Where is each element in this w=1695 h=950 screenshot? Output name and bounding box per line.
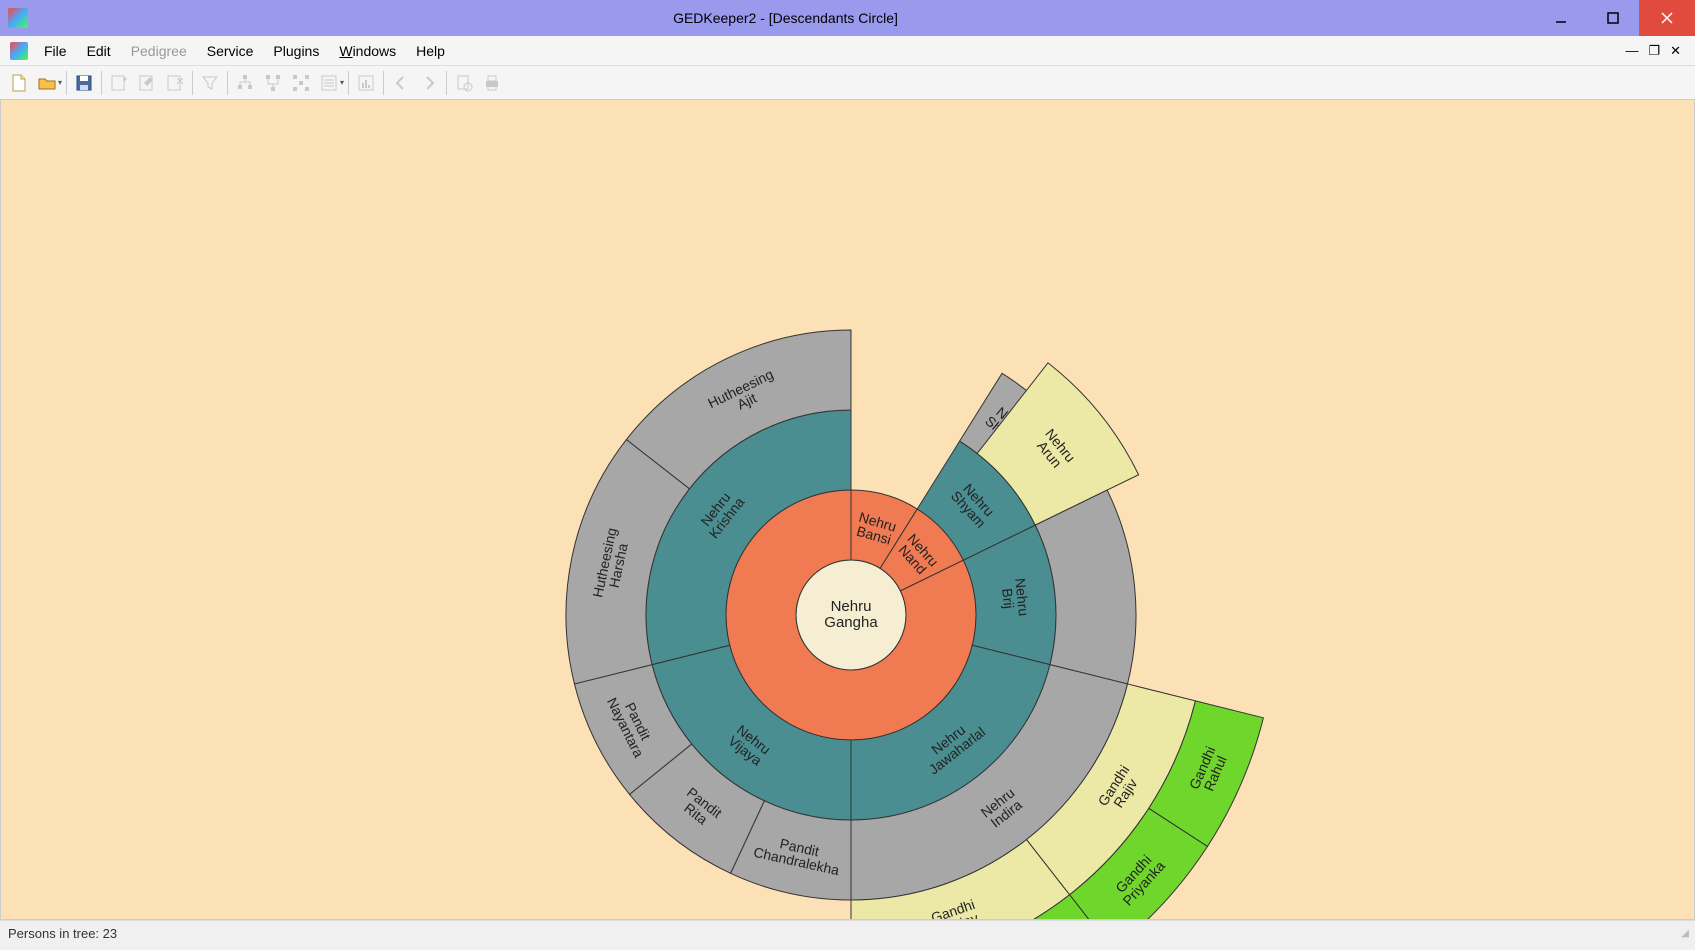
tree-ancestors-button xyxy=(232,70,258,96)
open-file-button[interactable] xyxy=(34,70,60,96)
separator xyxy=(101,71,102,95)
stats-button xyxy=(353,70,379,96)
minimize-button[interactable] xyxy=(1535,0,1587,36)
print-button xyxy=(479,70,505,96)
descendants-circle-chart[interactable]: NehruGanghaNehruBansiNehruNandNehruShyam… xyxy=(1,100,1695,920)
edit-record-button xyxy=(134,70,160,96)
nav-forward-button xyxy=(416,70,442,96)
menu-windows[interactable]: Windows xyxy=(329,39,406,63)
add-record-button xyxy=(106,70,132,96)
mdi-close-button[interactable]: ✕ xyxy=(1670,43,1681,59)
tree-both-button xyxy=(288,70,314,96)
separator xyxy=(446,71,447,95)
maximize-button[interactable] xyxy=(1587,0,1639,36)
status-persons-label: Persons in tree: 23 xyxy=(8,926,117,941)
mdi-restore-button[interactable]: ❐ xyxy=(1648,43,1660,59)
close-button[interactable] xyxy=(1639,0,1695,36)
menu-pedigree: Pedigree xyxy=(121,39,197,63)
separator xyxy=(383,71,384,95)
statusbar: Persons in tree: 23 ◢ xyxy=(0,920,1695,946)
separator xyxy=(227,71,228,95)
menu-plugins[interactable]: Plugins xyxy=(263,39,329,63)
app-icon-small xyxy=(10,42,28,60)
filter-button xyxy=(197,70,223,96)
menubar: File Edit Pedigree Service Plugins Windo… xyxy=(0,36,1695,66)
separator xyxy=(348,71,349,95)
menu-help[interactable]: Help xyxy=(406,39,455,63)
nav-back-button xyxy=(388,70,414,96)
open-dropdown-icon[interactable]: ▾ xyxy=(58,78,62,87)
pedigree-button xyxy=(316,70,342,96)
resize-grip-icon[interactable]: ◢ xyxy=(1681,928,1687,939)
tree-descendants-button xyxy=(260,70,286,96)
mdi-minimize-button[interactable]: — xyxy=(1625,43,1638,59)
separator xyxy=(66,71,67,95)
menu-service[interactable]: Service xyxy=(197,39,264,63)
menu-file[interactable]: File xyxy=(34,39,77,63)
app-icon xyxy=(8,8,28,28)
titlebar: GEDKeeper2 - [Descendants Circle] xyxy=(0,0,1695,36)
chart-canvas[interactable]: NehruGanghaNehruBansiNehruNandNehruShyam… xyxy=(0,100,1695,920)
window-title: GEDKeeper2 - [Descendants Circle] xyxy=(36,10,1535,26)
chart-center-label: NehruGangha xyxy=(824,598,878,631)
separator xyxy=(192,71,193,95)
delete-record-button xyxy=(162,70,188,96)
print-preview-button xyxy=(451,70,477,96)
new-file-button[interactable] xyxy=(6,70,32,96)
toolbar: ▾ ▾ xyxy=(0,66,1695,100)
save-button[interactable] xyxy=(71,70,97,96)
menu-edit[interactable]: Edit xyxy=(77,39,121,63)
